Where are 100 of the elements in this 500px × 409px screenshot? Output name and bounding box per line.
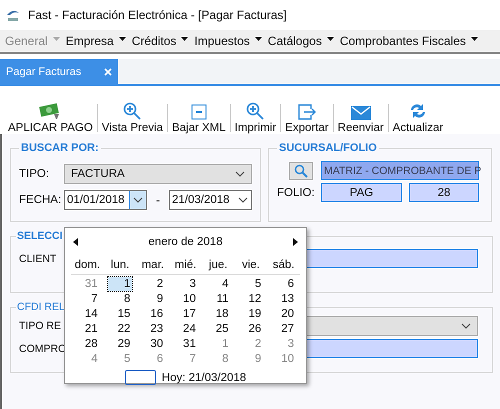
- weekday-label: jue.: [208, 259, 228, 271]
- field-label: TIPO RE: [19, 320, 62, 332]
- calendar-day[interactable]: 9: [136, 292, 170, 306]
- calendar-day[interactable]: 16: [136, 306, 170, 320]
- folio-field[interactable]: 28: [409, 183, 479, 202]
- calendar-day[interactable]: 3: [169, 276, 202, 290]
- calendar-day[interactable]: 4: [71, 352, 104, 366]
- calendar-day[interactable]: 15: [104, 306, 136, 320]
- calendar-day[interactable]: 1: [202, 336, 235, 350]
- calendar-day[interactable]: 8: [202, 352, 235, 366]
- menu-item[interactable]: Comprobantes Fiscales: [336, 34, 481, 48]
- chevron-icon: [238, 197, 248, 203]
- zoom-in-icon: [123, 102, 142, 120]
- calendar-day[interactable]: 31: [71, 276, 104, 290]
- export-icon: [298, 104, 316, 120]
- toolbar-button[interactable]: APLICAR PAGO: [4, 98, 97, 134]
- field-label: TIPO:: [19, 168, 50, 180]
- toolbar-button[interactable]: Vista Previa: [98, 98, 167, 134]
- calendar-day[interactable]: 30: [136, 336, 170, 350]
- toolbar-button[interactable]: Reenviar: [334, 98, 388, 134]
- search-button[interactable]: [289, 162, 313, 180]
- calendar-day[interactable]: 24: [169, 322, 202, 336]
- series-field[interactable]: PAG: [321, 183, 402, 202]
- branch-field[interactable]: MATRIZ - COMPROBANTE DE P: [321, 161, 479, 180]
- chevron-icon: [235, 171, 245, 177]
- voucher-field[interactable]: [306, 339, 478, 358]
- menu-item[interactable]: Créditos: [128, 34, 192, 48]
- calendar-day[interactable]: 14: [71, 306, 104, 320]
- calendar-day[interactable]: 19: [234, 306, 268, 320]
- calendar-day[interactable]: 20: [267, 306, 300, 320]
- calendar-day[interactable]: 11: [202, 292, 235, 306]
- calendar-day[interactable]: 2: [136, 276, 170, 290]
- chevron-icon: [133, 197, 143, 203]
- previous-month-icon[interactable]: [73, 238, 78, 246]
- weekday-label: sáb.: [272, 259, 296, 271]
- calendar-day[interactable]: 10: [169, 292, 202, 306]
- calendar-day[interactable]: 5: [234, 276, 268, 290]
- calendar-day[interactable]: 9: [234, 352, 268, 366]
- weekday-label: vie.: [240, 259, 261, 271]
- menu-item[interactable]: Empresa: [62, 34, 129, 48]
- calendar-day[interactable]: 5: [104, 352, 136, 366]
- calendar-day[interactable]: 13: [267, 292, 300, 306]
- dropdown-button[interactable]: [129, 191, 146, 209]
- today-link[interactable]: Hoy: 21/03/2018: [162, 372, 246, 384]
- calendar-day[interactable]: 22: [104, 322, 136, 336]
- weekday-label: lun.: [110, 259, 130, 271]
- calendar-day[interactable]: 2: [234, 336, 268, 350]
- calendar-day[interactable]: 27: [267, 322, 300, 336]
- calendar-day[interactable]: 8: [104, 292, 136, 306]
- calendar-day[interactable]: 17: [169, 306, 202, 320]
- date-picker[interactable]: 21/03/2018: [169, 190, 252, 210]
- zoom-in-icon: [246, 102, 264, 120]
- chevron-icon: [461, 323, 471, 329]
- calendar-day[interactable]: 28: [71, 336, 104, 350]
- caret-icon: [326, 37, 334, 41]
- type-dropdown[interactable]: FACTURA: [64, 164, 252, 184]
- caret-icon: [254, 37, 262, 41]
- caret-icon: [118, 37, 126, 41]
- group-title: SELECCI: [16, 230, 64, 242]
- calendar-day[interactable]: 26: [234, 322, 268, 336]
- calendar-day[interactable]: 25: [202, 322, 235, 336]
- toolbar-button[interactable]: Imprimir: [230, 98, 280, 134]
- envelope-icon: [350, 106, 371, 120]
- caret-icon: [470, 37, 478, 41]
- close-icon[interactable]: [104, 68, 112, 76]
- weekday-label: mié.: [174, 259, 198, 271]
- field-label: FECHA:: [19, 194, 62, 206]
- calendar-day[interactable]: 7: [169, 352, 202, 366]
- calendar-day[interactable]: 6: [136, 352, 170, 366]
- caret-icon: [52, 37, 60, 41]
- date-picker[interactable]: 01/01/2018: [64, 190, 147, 210]
- weekday-label: dom.: [74, 259, 102, 271]
- field-label: CLIENT: [19, 252, 56, 264]
- next-month-icon[interactable]: [293, 238, 298, 246]
- toolbar-button[interactable]: Bajar XML: [168, 98, 230, 134]
- calendar-day[interactable]: 31: [169, 336, 202, 350]
- calendar-day[interactable]: 29: [104, 336, 136, 350]
- field-label: FOLIO:: [277, 186, 316, 198]
- client-field[interactable]: [306, 249, 478, 268]
- range-separator: -: [155, 193, 161, 207]
- calendar-day[interactable]: 4: [202, 276, 235, 290]
- calendar-day[interactable]: 18: [202, 306, 235, 320]
- calendar-day[interactable]: 7: [71, 292, 104, 306]
- calendar-day[interactable]: 3: [267, 336, 300, 350]
- calendar-day[interactable]: 1: [108, 276, 132, 290]
- menu-item[interactable]: Catálogos: [264, 34, 337, 48]
- calendar-day[interactable]: 12: [234, 292, 268, 306]
- calendar-day[interactable]: 23: [136, 322, 170, 336]
- calendar-day[interactable]: 6: [267, 276, 300, 290]
- calendar-day[interactable]: 21: [71, 322, 104, 336]
- tab-label: Pagar Facturas: [6, 66, 82, 78]
- toolbar-button[interactable]: Exportar: [281, 98, 333, 134]
- group-title: CFDI REL: [16, 301, 66, 313]
- window-title: Fast - Facturación Electrónica - [Pagar Facturas]: [28, 8, 287, 22]
- toolbar-button[interactable]: Actualizar: [388, 98, 448, 134]
- caret-icon: [181, 37, 188, 41]
- money-icon: [39, 102, 62, 120]
- calendar-day[interactable]: 10: [267, 352, 300, 366]
- menu-item[interactable]: Impuestos: [191, 34, 265, 48]
- group-title: SUCURSAL/FOLIO: [278, 142, 378, 154]
